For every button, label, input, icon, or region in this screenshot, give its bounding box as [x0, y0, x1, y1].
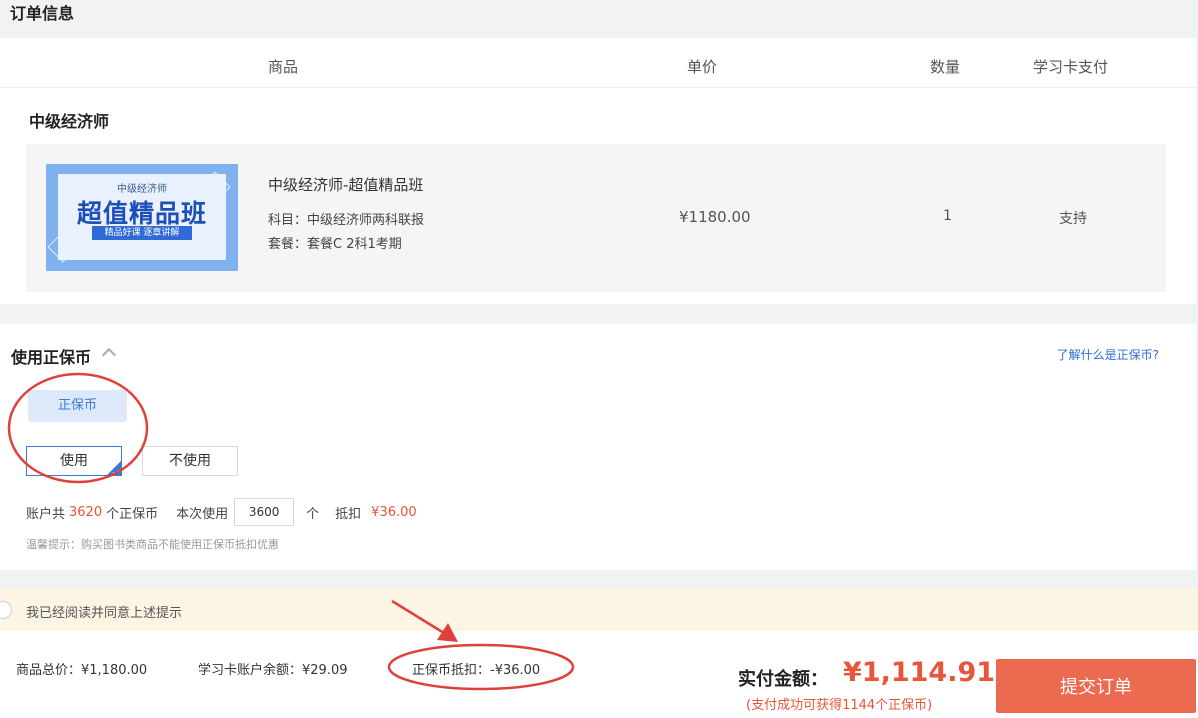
learn-coin-link[interactable]: 了解什么是正保币?: [1057, 346, 1159, 363]
coin-balance: 3620: [69, 504, 103, 520]
thumb-panel: 中级经济师 超值精品班 精品好课 逐章讲解: [58, 174, 226, 260]
product-thumbnail[interactable]: 中级经济师 超值精品班 精品好课 逐章讲解: [46, 164, 238, 271]
thumb-tag: 精品好课 逐章讲解: [92, 226, 192, 240]
coin-tip: 温馨提示：购买图书类商品不能使用正保币抵扣优惠: [26, 538, 279, 551]
chevron-up-icon[interactable]: [101, 347, 117, 363]
earn-coin-note: (支付成功可获得1144个正保币): [746, 698, 933, 713]
thumb-subtitle: 中级经济师: [117, 184, 167, 195]
coin-balance-row: 账户共 3620 个正保币 本次使用 个 抵扣 ¥36.00: [26, 498, 417, 526]
product-name[interactable]: 中级经济师-超值精品班: [268, 174, 423, 195]
header-unit-price: 单价: [687, 58, 718, 76]
pay-amount: ¥1,114.91: [843, 657, 996, 688]
study-card-support: 支持: [1059, 211, 1087, 227]
total-price: 商品总价：¥1,180.00: [16, 663, 148, 678]
header-divider: [0, 87, 1196, 88]
coin-section-title: 使用正保币: [11, 348, 92, 367]
quantity: 1: [943, 208, 952, 224]
deduct-label: 抵扣: [335, 506, 362, 522]
page-title: 订单信息: [10, 4, 75, 23]
product-package: 套餐：套餐C 2科1考期: [268, 237, 402, 252]
header-product: 商品: [268, 58, 299, 76]
deduct-value: ¥36.00: [371, 504, 417, 520]
agree-radio[interactable]: [0, 601, 12, 619]
header-study-card: 学习卡支付: [1033, 58, 1109, 76]
agree-text[interactable]: 我已经阅读并同意上述提示: [26, 602, 182, 621]
header-quantity: 数量: [930, 58, 961, 76]
use-prefix: 本次使用: [176, 506, 229, 522]
submit-order-button[interactable]: 提交订单: [996, 659, 1196, 713]
pay-label: 实付金额：: [738, 669, 828, 690]
coin-deduction: 正保币抵扣：-¥36.00: [412, 663, 541, 678]
use-coin-button[interactable]: 使用: [26, 446, 122, 476]
balance-suffix: 个正保币: [106, 506, 159, 522]
use-coin-label: 使用: [60, 453, 88, 469]
order-card: 商品 单价 数量 学习卡支付 中级经济师 中级经济师 超值精品班 精品好课 逐章…: [0, 38, 1196, 304]
coin-type-tag[interactable]: 正保币: [28, 390, 127, 422]
coin-card: 使用正保币 了解什么是正保币? 正保币 使用 不使用 账户共 3620 个正保币…: [0, 324, 1196, 570]
product-subject: 科目：中级经济师两科联报: [268, 213, 425, 228]
balance-prefix: 账户共: [26, 506, 66, 522]
not-use-coin-button[interactable]: 不使用: [142, 446, 238, 476]
order-summary: 商品总价：¥1,180.00 学习卡账户余额：¥29.09 正保币抵扣：-¥36…: [0, 631, 1198, 718]
order-item: 中级经济师 超值精品班 精品好课 逐章讲解 中级经济师-超值精品班 科目：中级经…: [26, 144, 1166, 292]
category-title: 中级经济师: [29, 112, 110, 131]
thumb-title: 超值精品班: [76, 199, 207, 228]
unit-price: ¥1180.00: [679, 208, 751, 226]
agreement-bar: 我已经阅读并同意上述提示: [0, 589, 1198, 631]
not-use-coin-label: 不使用: [169, 453, 211, 469]
use-unit: 个: [306, 506, 320, 522]
coin-amount-input[interactable]: [234, 498, 295, 526]
study-card-balance: 学习卡账户余额：¥29.09: [198, 663, 348, 678]
